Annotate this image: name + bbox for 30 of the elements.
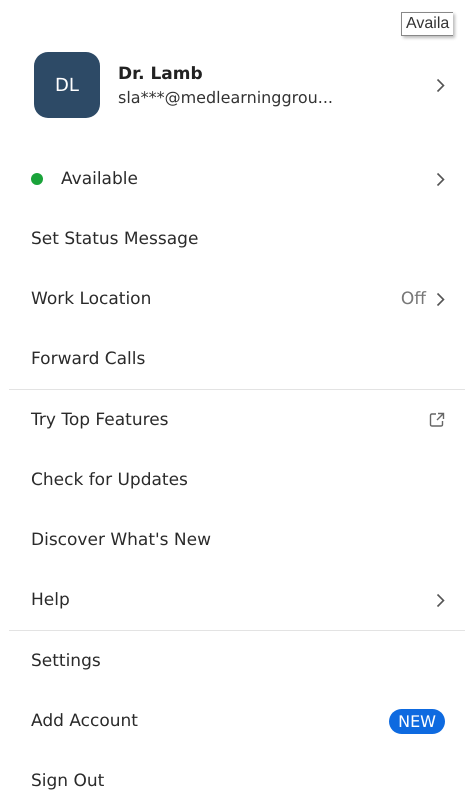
menu-item-label: Settings bbox=[31, 651, 102, 671]
menu-item-label: Set Status Message bbox=[31, 229, 200, 249]
menu-item[interactable]: Sign Out bbox=[9, 751, 465, 790]
new-badge: NEW bbox=[389, 708, 445, 734]
menu-item[interactable]: Set Status Message bbox=[9, 209, 465, 269]
menu-item-label: Sign Out bbox=[31, 771, 106, 790]
menu-item-label: Add Account bbox=[31, 711, 139, 731]
item-value: Off bbox=[400, 289, 426, 309]
menu-item-label: Work Location bbox=[31, 289, 152, 309]
menu-item[interactable]: Work Location Off bbox=[9, 269, 465, 329]
menu-item-label: Forward Calls bbox=[31, 349, 146, 369]
avatar: DL bbox=[34, 52, 100, 118]
menu-item-label: Try Top Features bbox=[31, 410, 170, 430]
profile-header[interactable]: DL Dr. Lamb sla***@medlearninggrou... bbox=[0, 51, 465, 119]
tooltip: Availa bbox=[401, 12, 454, 36]
menu-item-label: Discover What's New bbox=[31, 530, 212, 550]
menu-item-label: Help bbox=[31, 590, 71, 610]
menu-item[interactable]: Add Account NEW bbox=[9, 691, 465, 751]
menu-item[interactable]: Available bbox=[9, 149, 465, 209]
user-name: Dr. Lamb bbox=[118, 64, 204, 84]
menu-item[interactable]: Help bbox=[9, 570, 465, 630]
menu-item[interactable]: Check for Updates bbox=[9, 450, 465, 510]
menu-item[interactable]: Try Top Features bbox=[9, 390, 465, 450]
menu-item[interactable]: Discover What's New bbox=[9, 510, 465, 570]
menu-item-label: Available bbox=[61, 169, 139, 189]
menu-item-label: Check for Updates bbox=[31, 470, 189, 490]
user-email: sla***@medlearninggrou... bbox=[118, 88, 334, 106]
external-link-icon bbox=[429, 412, 445, 428]
menu-item[interactable]: Forward Calls bbox=[9, 329, 465, 389]
menu-item[interactable]: Settings bbox=[9, 631, 465, 691]
